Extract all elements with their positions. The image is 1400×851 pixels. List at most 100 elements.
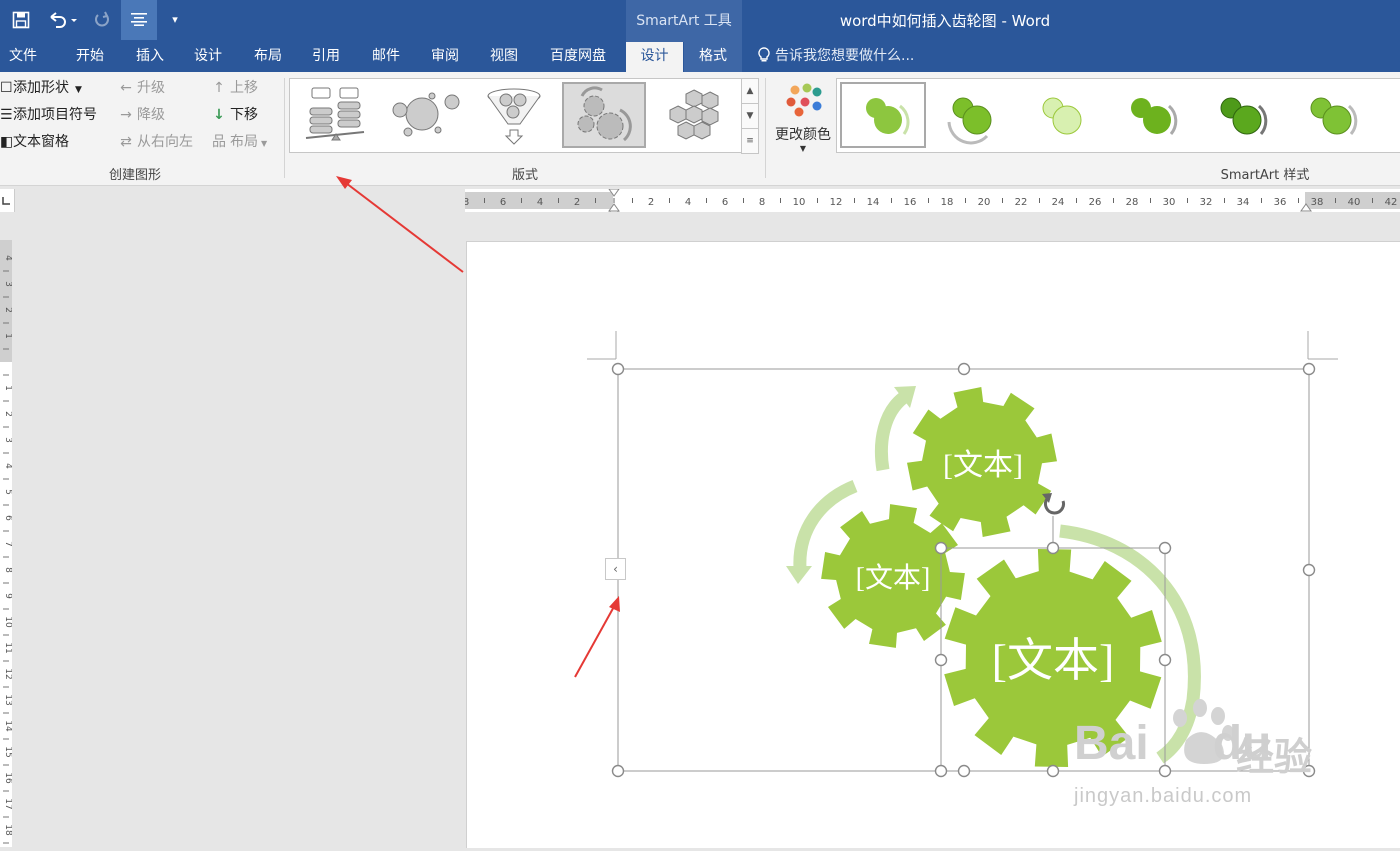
ruler-tick-label: 6 <box>722 197 728 208</box>
tell-me-text: 告诉我您想要做什么... <box>775 48 915 64</box>
ruler-tick-label: 32 <box>1200 197 1213 208</box>
watermark-url: jingyan.baidu.com <box>1074 785 1253 807</box>
ruler-tick-label: 18 <box>941 197 954 208</box>
tab-file[interactable]: 文件 <box>0 42 46 72</box>
tab-smartart-design[interactable]: 设计 <box>626 42 683 72</box>
ruler-tick-label: 38 <box>1311 197 1324 208</box>
ruler-tick-label: 8 <box>465 197 469 208</box>
window-title: word中如何插入齿轮图 - Word <box>839 12 1051 30</box>
touch-mode-icon[interactable] <box>121 0 157 40</box>
ruler-tick-label: 2 <box>648 197 654 208</box>
move-up-button[interactable]: ↑ 上移 <box>211 77 258 99</box>
ruler-tick-label: 16 <box>3 772 12 784</box>
undo-icon[interactable] <box>44 7 80 33</box>
tab-review[interactable]: 审阅 <box>417 42 473 72</box>
move-down-button[interactable]: ↓ 下移 <box>211 104 258 126</box>
layout-hexagon-thumbnail[interactable] <box>652 82 736 148</box>
ruler-tick-label: 36 <box>1274 197 1287 208</box>
color-palette-icon <box>786 83 822 117</box>
change-colors-label: 更改颜色 <box>775 127 831 143</box>
style-thumbnail-polished[interactable] <box>1289 82 1375 148</box>
style-thumbnail-moderate[interactable] <box>1109 82 1195 148</box>
layout-funnel-thumbnail[interactable] <box>472 82 556 148</box>
gallery-scroll-down-icon[interactable]: ▼ <box>741 103 759 129</box>
ruler-tick-label: 2 <box>3 307 12 313</box>
ruler-tick-label: 13 <box>3 694 12 705</box>
ruler-tick-label: 4 <box>3 255 12 261</box>
add-shape-icon: ☐ <box>0 80 13 96</box>
tab-design[interactable]: 设计 <box>180 42 236 72</box>
gallery-more-icon[interactable]: ≡ <box>741 128 759 154</box>
ruler-tick-label: 8 <box>3 567 12 573</box>
tab-references[interactable]: 引用 <box>298 42 354 72</box>
redo-icon[interactable] <box>90 7 114 33</box>
ruler-tick-label: 4 <box>3 463 12 469</box>
ruler-tick-label: 24 <box>1052 197 1065 208</box>
ruler-tick-label: 20 <box>978 197 991 208</box>
style-thumbnail-light[interactable] <box>1019 82 1105 148</box>
add-bullet-icon: ☰ <box>0 107 13 123</box>
dropdown-arrow-icon: ▼ <box>75 85 82 95</box>
vertical-ruler-ticks: 4321123456789101112131415161718 <box>0 240 13 844</box>
tell-me-box[interactable]: 告诉我您想要做什么... <box>757 42 914 72</box>
arrow-down-icon: ↓ <box>213 107 225 123</box>
ruler-tick-label: 7 <box>3 541 12 547</box>
ruler-tick-label: 26 <box>1089 197 1102 208</box>
smartart-styles-group-label: SmartArt 样式 <box>1220 168 1310 183</box>
horizontal-ruler[interactable]: 8 6 4 2 2 4 6 8 10 12 14 16 18 20 22 24 26 28 30 32 34 36 38 40… <box>463 188 1400 217</box>
arrow-left-icon: ← <box>120 80 132 96</box>
layout-button[interactable]: 品布局 ▼ <box>211 131 267 153</box>
tab-home[interactable]: 开始 <box>62 42 118 72</box>
customize-qat-icon[interactable]: ▾ <box>166 7 184 33</box>
tab-baidu-netdisk[interactable]: 百度网盘 <box>538 42 618 72</box>
style-thumbnail-flat[interactable] <box>840 82 926 148</box>
ruler-tick-label: 11 <box>3 642 12 653</box>
tab-insert[interactable]: 插入 <box>122 42 178 72</box>
ruler-tick-label: 3 <box>3 281 12 287</box>
style-thumbnail-subtle[interactable] <box>929 82 1015 148</box>
change-colors-button[interactable]: 更改颜色 ▼ <box>770 78 836 158</box>
demote-button[interactable]: → 降级 <box>118 104 165 126</box>
ruler-tick-label: 1 <box>3 333 12 339</box>
layout-balance-thumbnail[interactable] <box>292 82 376 148</box>
add-bullet-button[interactable]: ☰添加项目符号 <box>0 104 97 126</box>
ruler-tick-label: 15 <box>3 746 12 757</box>
dropdown-arrow-icon: ▼ <box>799 144 807 153</box>
ruler-tick-label: 10 <box>3 616 12 628</box>
ruler-tick-label: 2 <box>3 411 12 417</box>
smartart-styles-gallery <box>836 78 1400 153</box>
layout-circle-relationship-thumbnail[interactable] <box>382 82 466 148</box>
text-pane-button[interactable]: ◧文本窗格 <box>0 131 69 153</box>
vertical-ruler[interactable]: 4 3 2 1 1 2 3 4 5 6 7 8 9 10 11 12 13 14 15 16 17 18 <box>0 240 13 847</box>
add-shape-button[interactable]: ☐添加形状 ▼ <box>0 77 82 99</box>
ruler-tick-label: 34 <box>1237 197 1250 208</box>
tab-view[interactable]: 视图 <box>476 42 532 72</box>
title-bar: ▾ SmartArt 工具 word中如何插入齿轮图 - Word <box>0 0 1400 42</box>
ruler-tick-label: 4 <box>537 197 543 208</box>
tab-layout[interactable]: 布局 <box>240 42 296 72</box>
save-icon[interactable] <box>8 7 34 33</box>
ruler-tick-label: 16 <box>904 197 917 208</box>
annotation-arrow-ribbon <box>341 179 464 273</box>
promote-button[interactable]: ← 升级 <box>118 77 165 99</box>
ruler-tick-label: 8 <box>759 197 765 208</box>
tab-mailings[interactable]: 邮件 <box>358 42 414 72</box>
tab-smartart-format[interactable]: 格式 <box>684 42 742 72</box>
ruler-tick-label: 14 <box>3 720 12 732</box>
layout-gear-thumbnail[interactable] <box>562 82 646 148</box>
gear-node-left-text[interactable]: [文本] <box>838 556 948 596</box>
gallery-scroll-up-icon[interactable]: ▲ <box>741 78 759 104</box>
right-to-left-button[interactable]: ⇄ 从右向左 <box>118 131 193 153</box>
ruler-tick-label: 4 <box>685 197 691 208</box>
ruler-tick-label: 2 <box>574 197 580 208</box>
ruler-tick-label: 1 <box>3 385 12 391</box>
text-pane-toggle-button[interactable]: ‹ <box>605 558 626 580</box>
gear-node-top-text[interactable]: [文本] <box>928 440 1038 484</box>
ruler-tab-selector[interactable] <box>0 189 15 212</box>
gear-node-large-text[interactable]: [文本] <box>978 624 1128 690</box>
ruler-tick-label: 12 <box>3 668 12 679</box>
ruler-tick-label: 22 <box>1015 197 1028 208</box>
style-thumbnail-intense[interactable] <box>1199 82 1285 148</box>
group-divider <box>765 78 766 178</box>
ruler-tick-label: 30 <box>1163 197 1176 208</box>
